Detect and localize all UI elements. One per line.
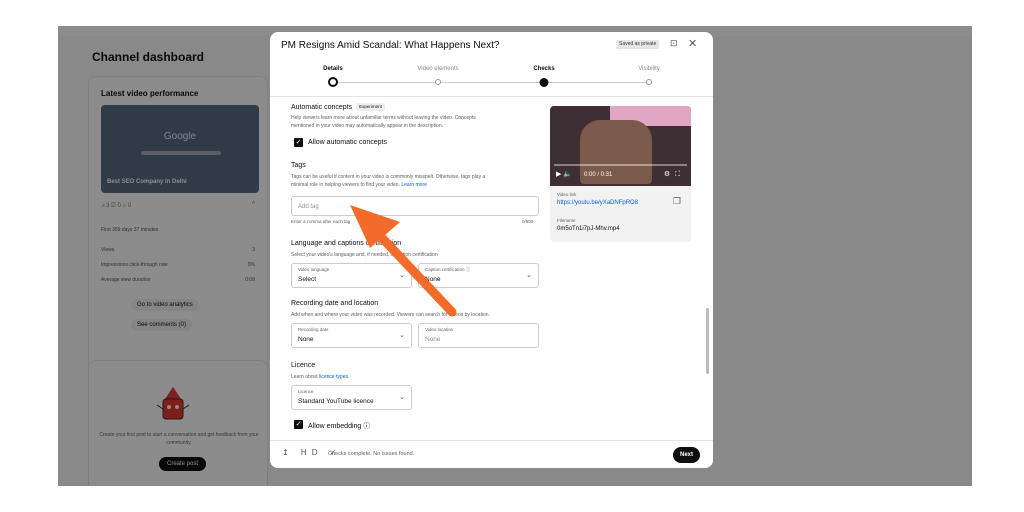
- video-language-label: Video language: [298, 267, 330, 272]
- stepper-line: [333, 82, 649, 83]
- recording-desc: Add when and where your video was record…: [291, 312, 490, 318]
- step-details[interactable]: Details: [323, 66, 343, 72]
- tags-learn-more-link[interactable]: Learn more: [401, 182, 427, 188]
- language-desc: Select your video's language and, if nee…: [291, 252, 438, 258]
- video-language-value: Select: [298, 276, 317, 283]
- saved-status-badge: Saved as private: [616, 40, 660, 49]
- dialog-footer: ↥ HD ✓ Checks complete. No issues found.…: [270, 440, 713, 468]
- feedback-icon[interactable]: ⊡: [670, 38, 678, 49]
- caption-certification-value: None: [425, 276, 441, 283]
- licence-label: Licence: [298, 389, 314, 394]
- tags-hint: Enter a comma after each tag: [291, 219, 351, 224]
- step-visibility-dot[interactable]: [646, 79, 652, 85]
- chevron-down-icon: ⌄: [526, 272, 532, 279]
- filename-label: Filename: [557, 218, 576, 223]
- recording-date-select[interactable]: Recording date None ⌄: [291, 323, 412, 348]
- play-icon[interactable]: ▶ 🔈: [556, 170, 572, 178]
- step-video-elements[interactable]: Video elements: [417, 66, 458, 72]
- video-link[interactable]: https://youtu.be/yXaDNFpRO8: [557, 200, 638, 206]
- video-link-label: Video link: [557, 192, 577, 197]
- tags-desc-text: minimal role in helping viewers to find …: [291, 182, 400, 188]
- step-details-dot[interactable]: [328, 77, 338, 87]
- tags-desc-2: minimal role in helping viewers to find …: [291, 181, 541, 189]
- licence-desc: Learn about licence types.: [291, 373, 541, 381]
- upload-stepper: Details Video elements Checks Visibility: [270, 66, 713, 90]
- allow-embedding-checkbox[interactable]: ✓: [294, 420, 303, 429]
- video-progress-bar[interactable]: [554, 164, 687, 166]
- tags-counter: 0/500: [522, 219, 534, 224]
- caption-certification-select[interactable]: Caption certification ⓘ None ⌄: [418, 263, 539, 288]
- filename-value: 0m5oTn1i7pJ-Mhv.mp4: [557, 226, 620, 232]
- allow-embedding-label: Allow embedding ⓘ: [308, 423, 371, 430]
- next-button[interactable]: Next: [673, 447, 701, 463]
- dialog-title: PM Resigns Amid Scandal: What Happens Ne…: [281, 40, 500, 51]
- auto-concepts-checkbox[interactable]: ✓: [294, 138, 303, 147]
- video-location-input[interactable]: Video location None: [418, 323, 539, 348]
- auto-concepts-label: Allow automatic concepts: [308, 139, 387, 146]
- experiment-badge: Experiment: [356, 103, 385, 111]
- recording-date-value: None: [298, 336, 314, 343]
- chevron-down-icon: ⌄: [399, 272, 405, 279]
- video-time: 0:00 / 0:31: [584, 172, 613, 178]
- chevron-down-icon: ⌄: [399, 332, 405, 339]
- tags-placeholder: Add tag: [298, 204, 319, 210]
- copy-icon[interactable]: ❐: [673, 196, 681, 207]
- video-location-placeholder: None: [425, 336, 441, 343]
- tags-heading: Tags: [291, 162, 306, 169]
- auto-concepts-heading: Automatic concepts Experiment: [291, 103, 385, 111]
- auto-concepts-title: Automatic concepts: [291, 104, 353, 111]
- licence-desc-text: Learn about: [291, 374, 318, 380]
- recording-heading: Recording date and location: [291, 300, 379, 307]
- language-heading: Language and captions certification: [291, 240, 402, 247]
- step-visibility[interactable]: Visibility: [638, 66, 660, 72]
- chevron-down-icon: ⌄: [399, 394, 405, 401]
- checks-status: Checks complete. No issues found.: [328, 451, 415, 457]
- video-player[interactable]: ▶ 🔈 0:00 / 0:31 ⚙⛶: [550, 106, 691, 186]
- settings-fullscreen-icons[interactable]: ⚙⛶: [664, 170, 685, 179]
- step-checks[interactable]: Checks: [533, 66, 554, 72]
- video-preview-panel: ▶ 🔈 0:00 / 0:31 ⚙⛶ Video link https://yo…: [550, 106, 691, 242]
- tags-desc-1: Tags can be useful if content in your vi…: [291, 174, 486, 180]
- video-details-dialog: PM Resigns Amid Scandal: What Happens Ne…: [270, 32, 713, 468]
- video-language-select[interactable]: Video language Select ⌄: [291, 263, 412, 288]
- step-video-elements-dot[interactable]: [435, 79, 441, 85]
- recording-date-label: Recording date: [298, 327, 329, 332]
- licence-select[interactable]: Licence Standard YouTube licence ⌄: [291, 385, 412, 410]
- close-icon[interactable]: ✕: [688, 37, 697, 50]
- licence-heading: Licence: [291, 362, 316, 369]
- auto-concepts-desc-2: mentioned in your video may automaticall…: [291, 123, 444, 129]
- auto-concepts-desc-1: Help viewers learn more about unfamiliar…: [291, 115, 476, 121]
- tags-input[interactable]: Add tag: [291, 196, 539, 216]
- caption-certification-label: Caption certification ⓘ: [425, 267, 471, 272]
- licence-value: Standard YouTube licence: [298, 398, 374, 405]
- scrollbar[interactable]: [706, 308, 709, 374]
- step-checks-dot[interactable]: [539, 78, 549, 87]
- video-location-label: Video location: [425, 327, 454, 332]
- licence-types-link[interactable]: licence types.: [319, 374, 349, 380]
- divider: [270, 96, 713, 97]
